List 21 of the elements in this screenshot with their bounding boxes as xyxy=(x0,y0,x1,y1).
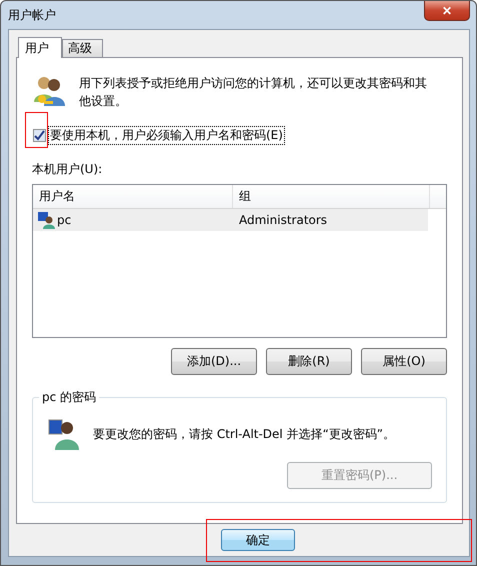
users-key-icon xyxy=(32,74,66,108)
dialog-button[interactable]: 属性(O) xyxy=(361,348,447,375)
group-title: pc 的密码 xyxy=(39,389,100,406)
window-title: 用户帐户 xyxy=(8,7,56,24)
column-header[interactable]: 组 xyxy=(233,185,430,208)
user-computer-icon xyxy=(37,211,55,229)
user-row[interactable]: pc Administrators xyxy=(33,209,428,231)
users-label: 本机用户(U): xyxy=(32,161,104,178)
column-header[interactable]: 用户名 xyxy=(33,185,233,208)
ok-button[interactable]: 确定 xyxy=(221,529,295,551)
description-text: 用下列表授予或拒绝用户访问您的计算机，还可以更改其密码和其他设置。 xyxy=(79,75,428,110)
tab[interactable]: 用户 xyxy=(18,37,62,58)
table-cell-text: pc xyxy=(56,213,72,227)
dialog-button[interactable]: 添加(D)... xyxy=(171,348,257,375)
close-button[interactable]: ✕ xyxy=(424,1,470,21)
table-cell-text: Administrators xyxy=(238,213,328,227)
tab[interactable]: 高级 xyxy=(62,39,103,57)
password-message: 要更改您的密码，请按 Ctrl-Alt-Del 并选择“更改密码”。 xyxy=(93,426,396,442)
checkbox-label: 要使用本机，用户必须输入用户名和密码(E) xyxy=(48,126,285,145)
dialog-button[interactable]: 删除(R) xyxy=(266,348,352,375)
checkbox[interactable] xyxy=(33,129,46,142)
